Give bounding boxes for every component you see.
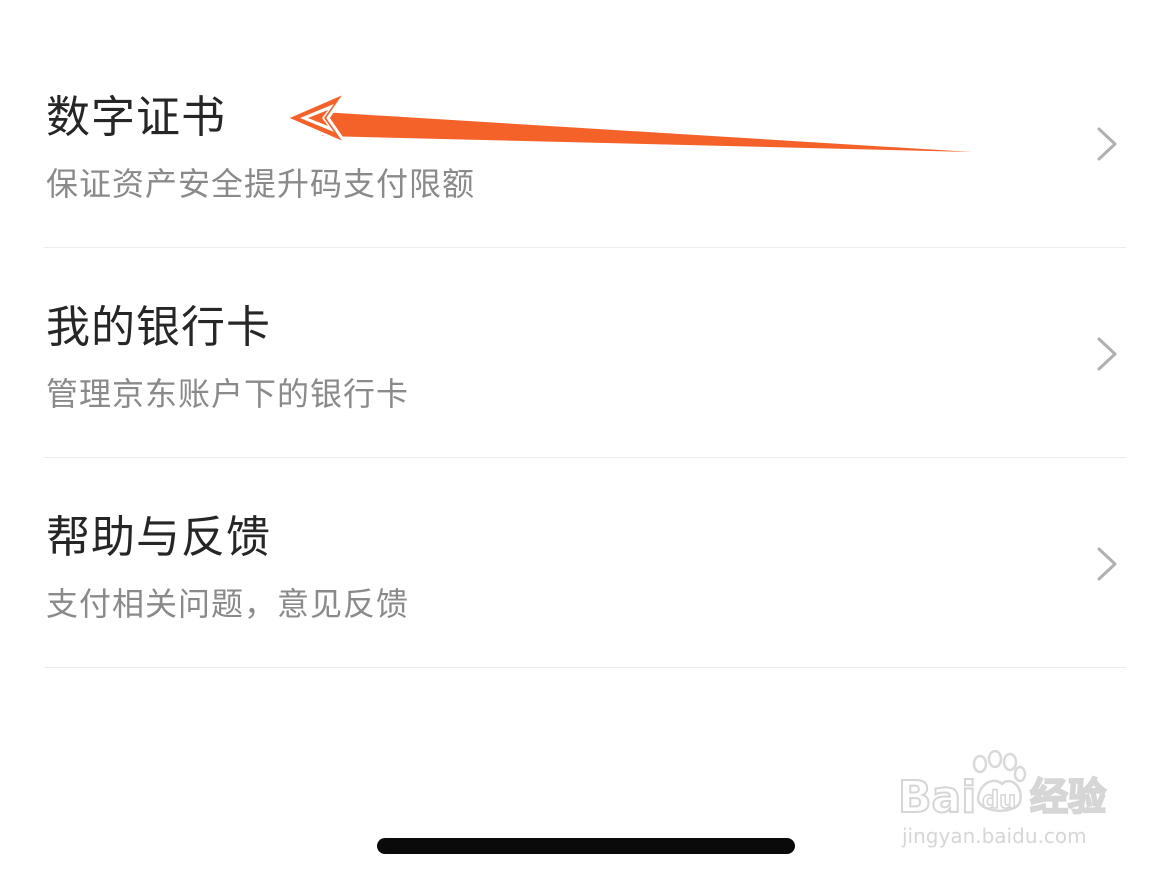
menu-item-help-feedback[interactable]: 帮助与反馈 支付相关问题，意见反馈 bbox=[44, 458, 1126, 668]
payment-settings-screen: 数字证书 保证资产安全提升码支付限额 我的银行卡 管理京东账户下的银行卡 帮助与… bbox=[0, 0, 1170, 877]
menu-item-subtitle: 保证资产安全提升码支付限额 bbox=[46, 165, 476, 203]
chevron-right-icon bbox=[1097, 547, 1117, 581]
menu-item-my-bank-cards[interactable]: 我的银行卡 管理京东账户下的银行卡 bbox=[44, 248, 1126, 458]
chevron-right-icon bbox=[1097, 127, 1117, 161]
watermark-url: jingyan.baidu.com bbox=[902, 824, 1087, 848]
svg-text:Bai: Bai bbox=[898, 772, 976, 822]
menu-item-subtitle: 支付相关问题，意见反馈 bbox=[46, 585, 410, 623]
svg-text:du: du bbox=[982, 786, 1016, 814]
chevron-right-icon bbox=[1097, 337, 1117, 371]
home-indicator-bar[interactable] bbox=[377, 838, 795, 854]
menu-item-subtitle: 管理京东账户下的银行卡 bbox=[46, 375, 410, 413]
baidu-jingyan-watermark: Bai du 经验 jingyan.baidu.com bbox=[898, 750, 1118, 850]
menu-item-title: 数字证书 bbox=[46, 92, 226, 143]
annotation-arrow-icon bbox=[284, 90, 972, 152]
baidu-jingyan-logo-icon: Bai du 经验 bbox=[898, 750, 1107, 822]
svg-text:经验: 经验 bbox=[1030, 775, 1106, 819]
menu-item-title: 帮助与反馈 bbox=[46, 512, 271, 563]
menu-item-title: 我的银行卡 bbox=[46, 302, 271, 353]
